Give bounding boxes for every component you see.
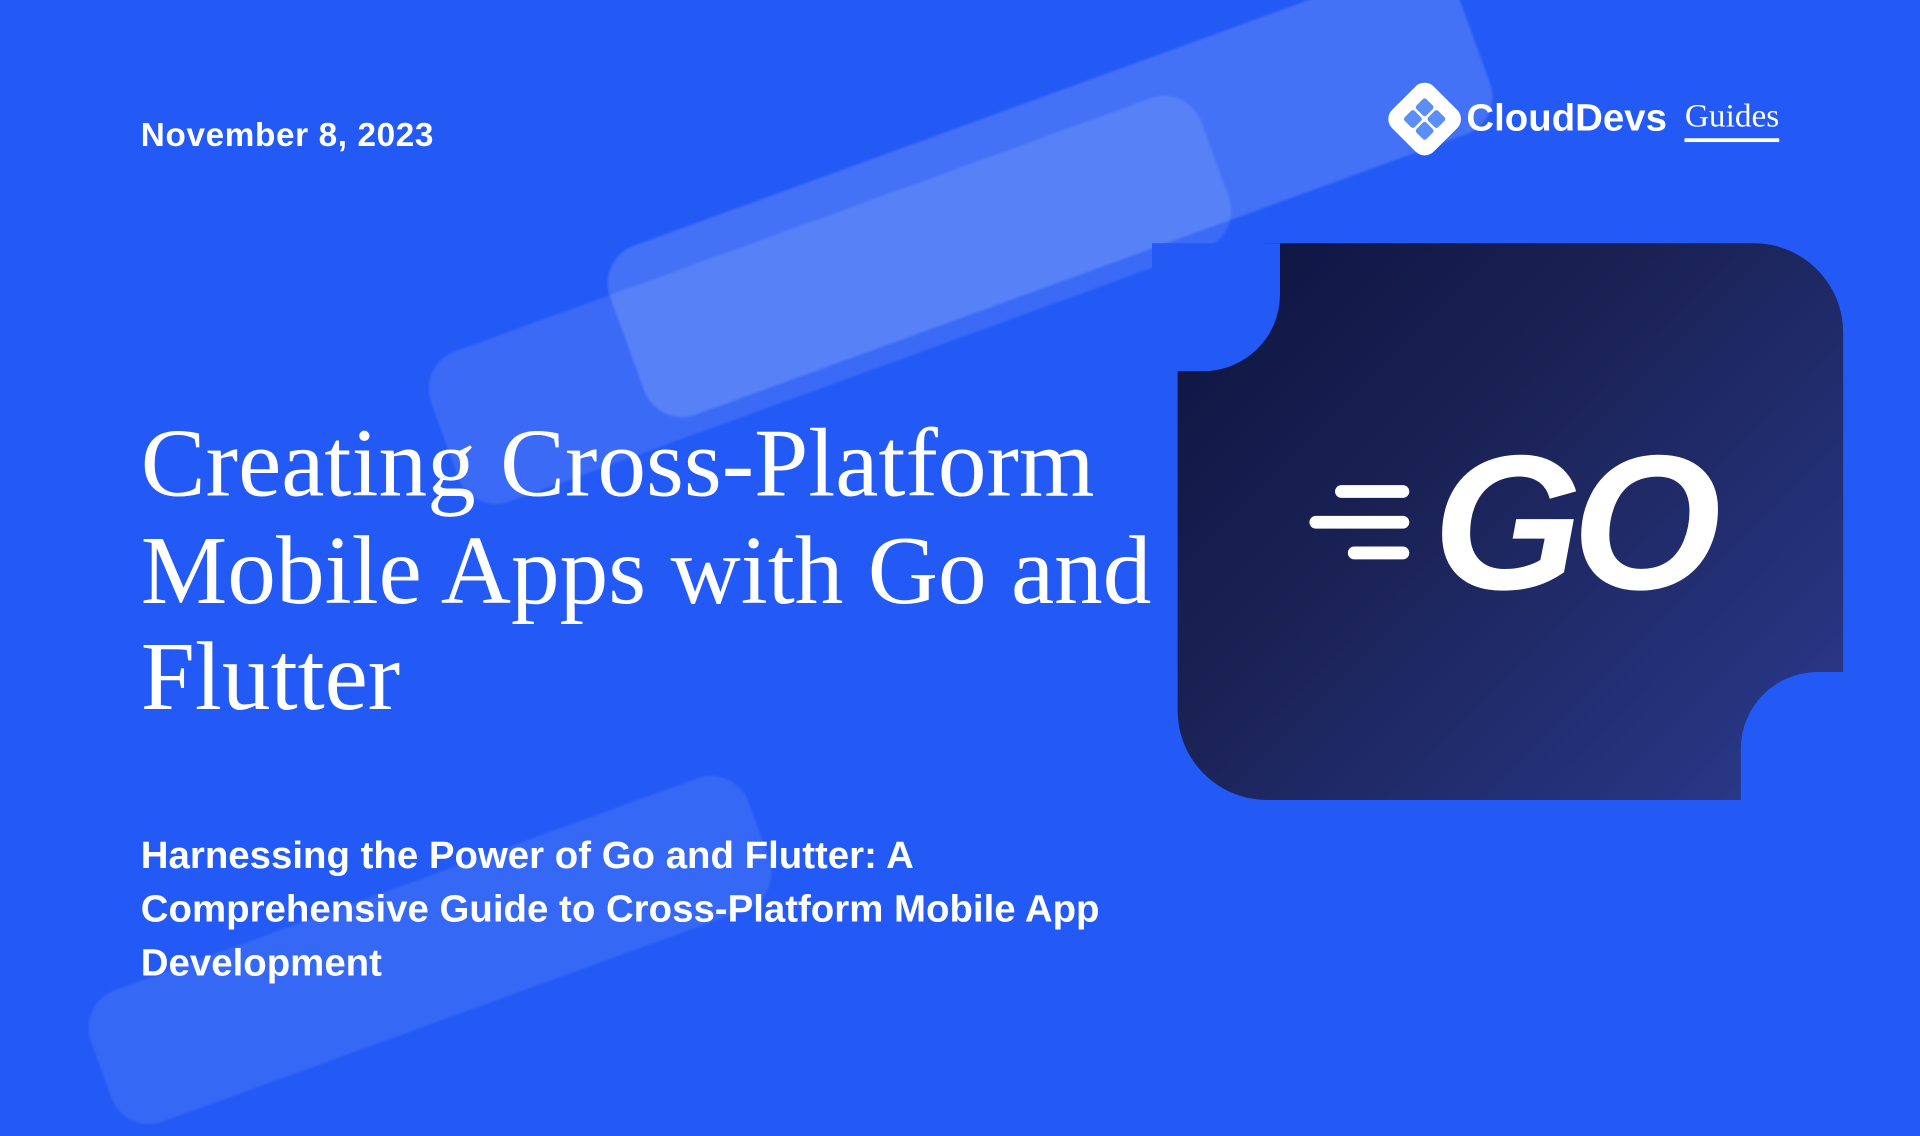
brand-logo-icon [1383,77,1466,160]
page-title: Creating Cross-Platform Mobile Apps with… [141,411,1191,732]
brand-name: CloudDevs [1466,97,1667,141]
go-logo-badge: GO [1178,243,1844,800]
brand-subtitle: Guides [1685,97,1779,142]
go-logo-text: GO [1433,426,1711,618]
brand-block: CloudDevs Guides [1395,90,1779,149]
go-speed-lines-icon [1310,484,1410,558]
page-subtitle: Harnessing the Power of Go and Flutter: … [141,829,1139,990]
slide-container: November 8, 2023 CloudDevs Guides Creati… [0,0,1920,1080]
